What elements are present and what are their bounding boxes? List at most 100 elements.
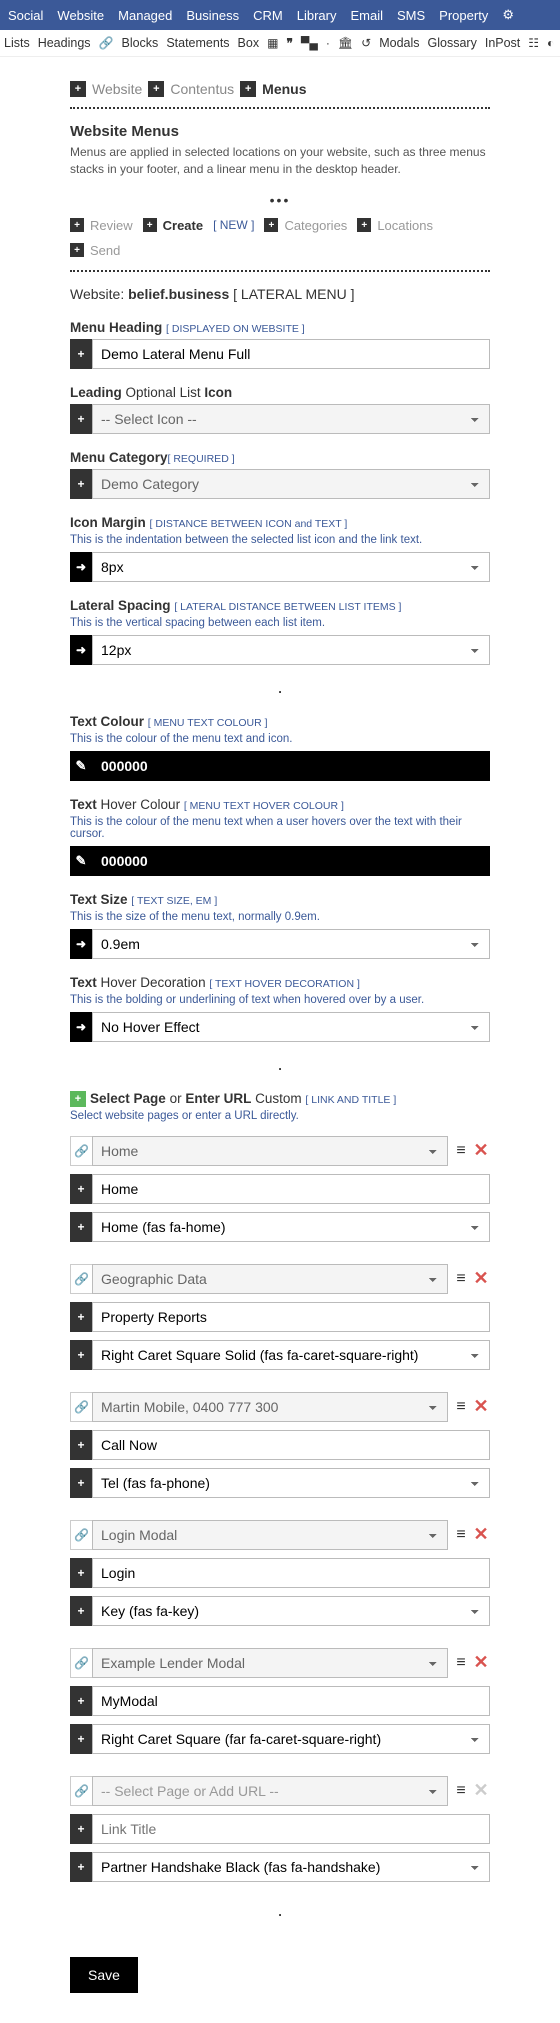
arrow-icon[interactable]: ➜ (70, 552, 92, 582)
page-title-input-empty[interactable] (92, 1814, 490, 1844)
plus-icon[interactable]: + (70, 1724, 92, 1754)
plus-icon[interactable]: + (70, 1340, 92, 1370)
plus-icon[interactable]: + (240, 81, 256, 97)
page-icon-select[interactable]: Right Caret Square (far fa-caret-square-… (92, 1724, 490, 1754)
nav-sms[interactable]: SMS (397, 8, 425, 23)
menu-heading-input[interactable] (92, 339, 490, 369)
plus-icon[interactable]: + (148, 81, 164, 97)
crumb-menus[interactable]: Menus (262, 81, 306, 97)
nav-social[interactable]: Social (8, 8, 43, 23)
remove-icon[interactable]: ✕ (472, 1393, 490, 1421)
text-hover-deco-select[interactable]: No Hover Effect (92, 1012, 490, 1042)
plus-icon[interactable]: + (70, 1430, 92, 1460)
link-icon[interactable]: 🔗 (70, 1392, 92, 1422)
page-icon-select[interactable]: Tel (fas fa-phone) (92, 1468, 490, 1498)
link-icon[interactable]: 🔗 (70, 1136, 92, 1166)
list-icon[interactable]: ☷ (528, 36, 539, 50)
link-icon[interactable]: 🔗 (99, 36, 114, 50)
page-icon-select[interactable]: Home (fas fa-home) (92, 1212, 490, 1242)
menu-category-select[interactable]: Demo Category (92, 469, 490, 499)
plus-icon[interactable]: + (70, 404, 92, 434)
layout-icon[interactable]: ▦ (267, 36, 278, 50)
action-locations[interactable]: +Locations (357, 218, 433, 233)
plus-icon[interactable]: + (70, 339, 92, 369)
remove-icon[interactable]: ✕ (472, 1521, 490, 1549)
page-title-input[interactable] (92, 1174, 490, 1204)
plus-icon[interactable]: + (70, 1468, 92, 1498)
subnav-lists[interactable]: Lists (4, 36, 30, 50)
subnav-statements[interactable]: Statements (166, 36, 229, 50)
quote-icon[interactable]: ❞ (286, 36, 292, 50)
action-review[interactable]: +Review (70, 218, 133, 233)
gear-icon[interactable]: ⚙ (502, 7, 514, 23)
subnav-headings[interactable]: Headings (38, 36, 91, 50)
plus-icon[interactable]: + (70, 1174, 92, 1204)
page-title-input[interactable] (92, 1558, 490, 1588)
reorder-icon[interactable]: ≡ (452, 1649, 470, 1677)
icon-margin-select[interactable]: 8px (92, 552, 490, 582)
action-categories[interactable]: +Categories (264, 218, 347, 233)
crumb-contentus[interactable]: Contentus (170, 81, 234, 97)
page-select[interactable]: Example Lender Modal (92, 1648, 448, 1678)
plus-icon[interactable]: + (70, 1596, 92, 1626)
plus-icon[interactable]: + (70, 1814, 92, 1844)
subnav-box[interactable]: Box (238, 36, 260, 50)
link-icon[interactable]: 🔗 (70, 1648, 92, 1678)
plus-icon[interactable]: + (70, 81, 86, 97)
nav-email[interactable]: Email (350, 8, 383, 23)
page-title-input[interactable] (92, 1686, 490, 1716)
nav-library[interactable]: Library (297, 8, 337, 23)
nav-business[interactable]: Business (186, 8, 239, 23)
subnav-blocks[interactable]: Blocks (121, 36, 158, 50)
plus-icon[interactable]: + (70, 1302, 92, 1332)
plus-icon[interactable]: + (70, 469, 92, 499)
subnav-glossary[interactable]: Glossary (428, 36, 477, 50)
plus-icon[interactable]: + (70, 1686, 92, 1716)
page-select[interactable]: Login Modal (92, 1520, 448, 1550)
reorder-icon[interactable]: ≡ (452, 1521, 470, 1549)
building-icon[interactable]: 🏛 (338, 36, 353, 50)
crumb-website[interactable]: Website (92, 81, 142, 97)
paint-icon[interactable]: ✎ (70, 751, 92, 781)
plus-icon[interactable]: + (70, 1558, 92, 1588)
undo-icon[interactable]: ↺ (361, 36, 371, 50)
reorder-icon[interactable]: ≡ (452, 1265, 470, 1293)
arrow-icon[interactable]: ➜ (70, 1012, 92, 1042)
page-icon-select-empty[interactable]: Partner Handshake Black (fas fa-handshak… (92, 1852, 490, 1882)
page-select[interactable]: Geographic Data (92, 1264, 448, 1294)
reorder-icon[interactable]: ≡ (452, 1393, 470, 1421)
arrow-icon[interactable]: ➜ (70, 929, 92, 959)
link-icon[interactable]: 🔗 (70, 1264, 92, 1294)
text-colour-input[interactable]: 000000 (92, 751, 490, 781)
page-select-empty[interactable]: -- Select Page or Add URL -- (92, 1776, 448, 1806)
plus-icon[interactable]: + (70, 1212, 92, 1242)
subnav-inpost[interactable]: InPost (485, 36, 520, 50)
action-send[interactable]: +Send (70, 243, 120, 258)
page-title-input[interactable] (92, 1430, 490, 1460)
subnav-modals[interactable]: Modals (379, 36, 419, 50)
page-select[interactable]: Martin Mobile, 0400 777 300 (92, 1392, 448, 1422)
link-icon[interactable]: 🔗 (70, 1520, 92, 1550)
text-hover-colour-input[interactable]: 000000 (92, 846, 490, 876)
page-title-input[interactable] (92, 1302, 490, 1332)
image-icon[interactable]: ▀▄ (301, 36, 318, 50)
nav-crm[interactable]: CRM (253, 8, 283, 23)
page-icon-select[interactable]: Right Caret Square Solid (fas fa-caret-s… (92, 1340, 490, 1370)
paint-icon[interactable]: ✎ (70, 846, 92, 876)
reorder-icon[interactable]: ≡ (452, 1137, 470, 1165)
plus-icon[interactable]: + (70, 1852, 92, 1882)
leading-icon-select[interactable]: -- Select Icon -- (92, 404, 490, 434)
nav-managed[interactable]: Managed (118, 8, 172, 23)
remove-icon[interactable]: ✕ (472, 1265, 490, 1293)
page-icon-select[interactable]: Key (fas fa-key) (92, 1596, 490, 1626)
arrow-icon[interactable]: ➜ (70, 635, 92, 665)
nav-property[interactable]: Property (439, 8, 488, 23)
plus-green-icon[interactable]: + (70, 1091, 86, 1107)
nav-website[interactable]: Website (57, 8, 104, 23)
page-select[interactable]: Home (92, 1136, 448, 1166)
circle-icon[interactable]: ◐ (547, 36, 554, 50)
remove-icon[interactable]: ✕ (472, 1649, 490, 1677)
text-size-select[interactable]: 0.9em (92, 929, 490, 959)
link-icon[interactable]: 🔗 (70, 1776, 92, 1806)
action-create[interactable]: +Create (143, 218, 203, 233)
